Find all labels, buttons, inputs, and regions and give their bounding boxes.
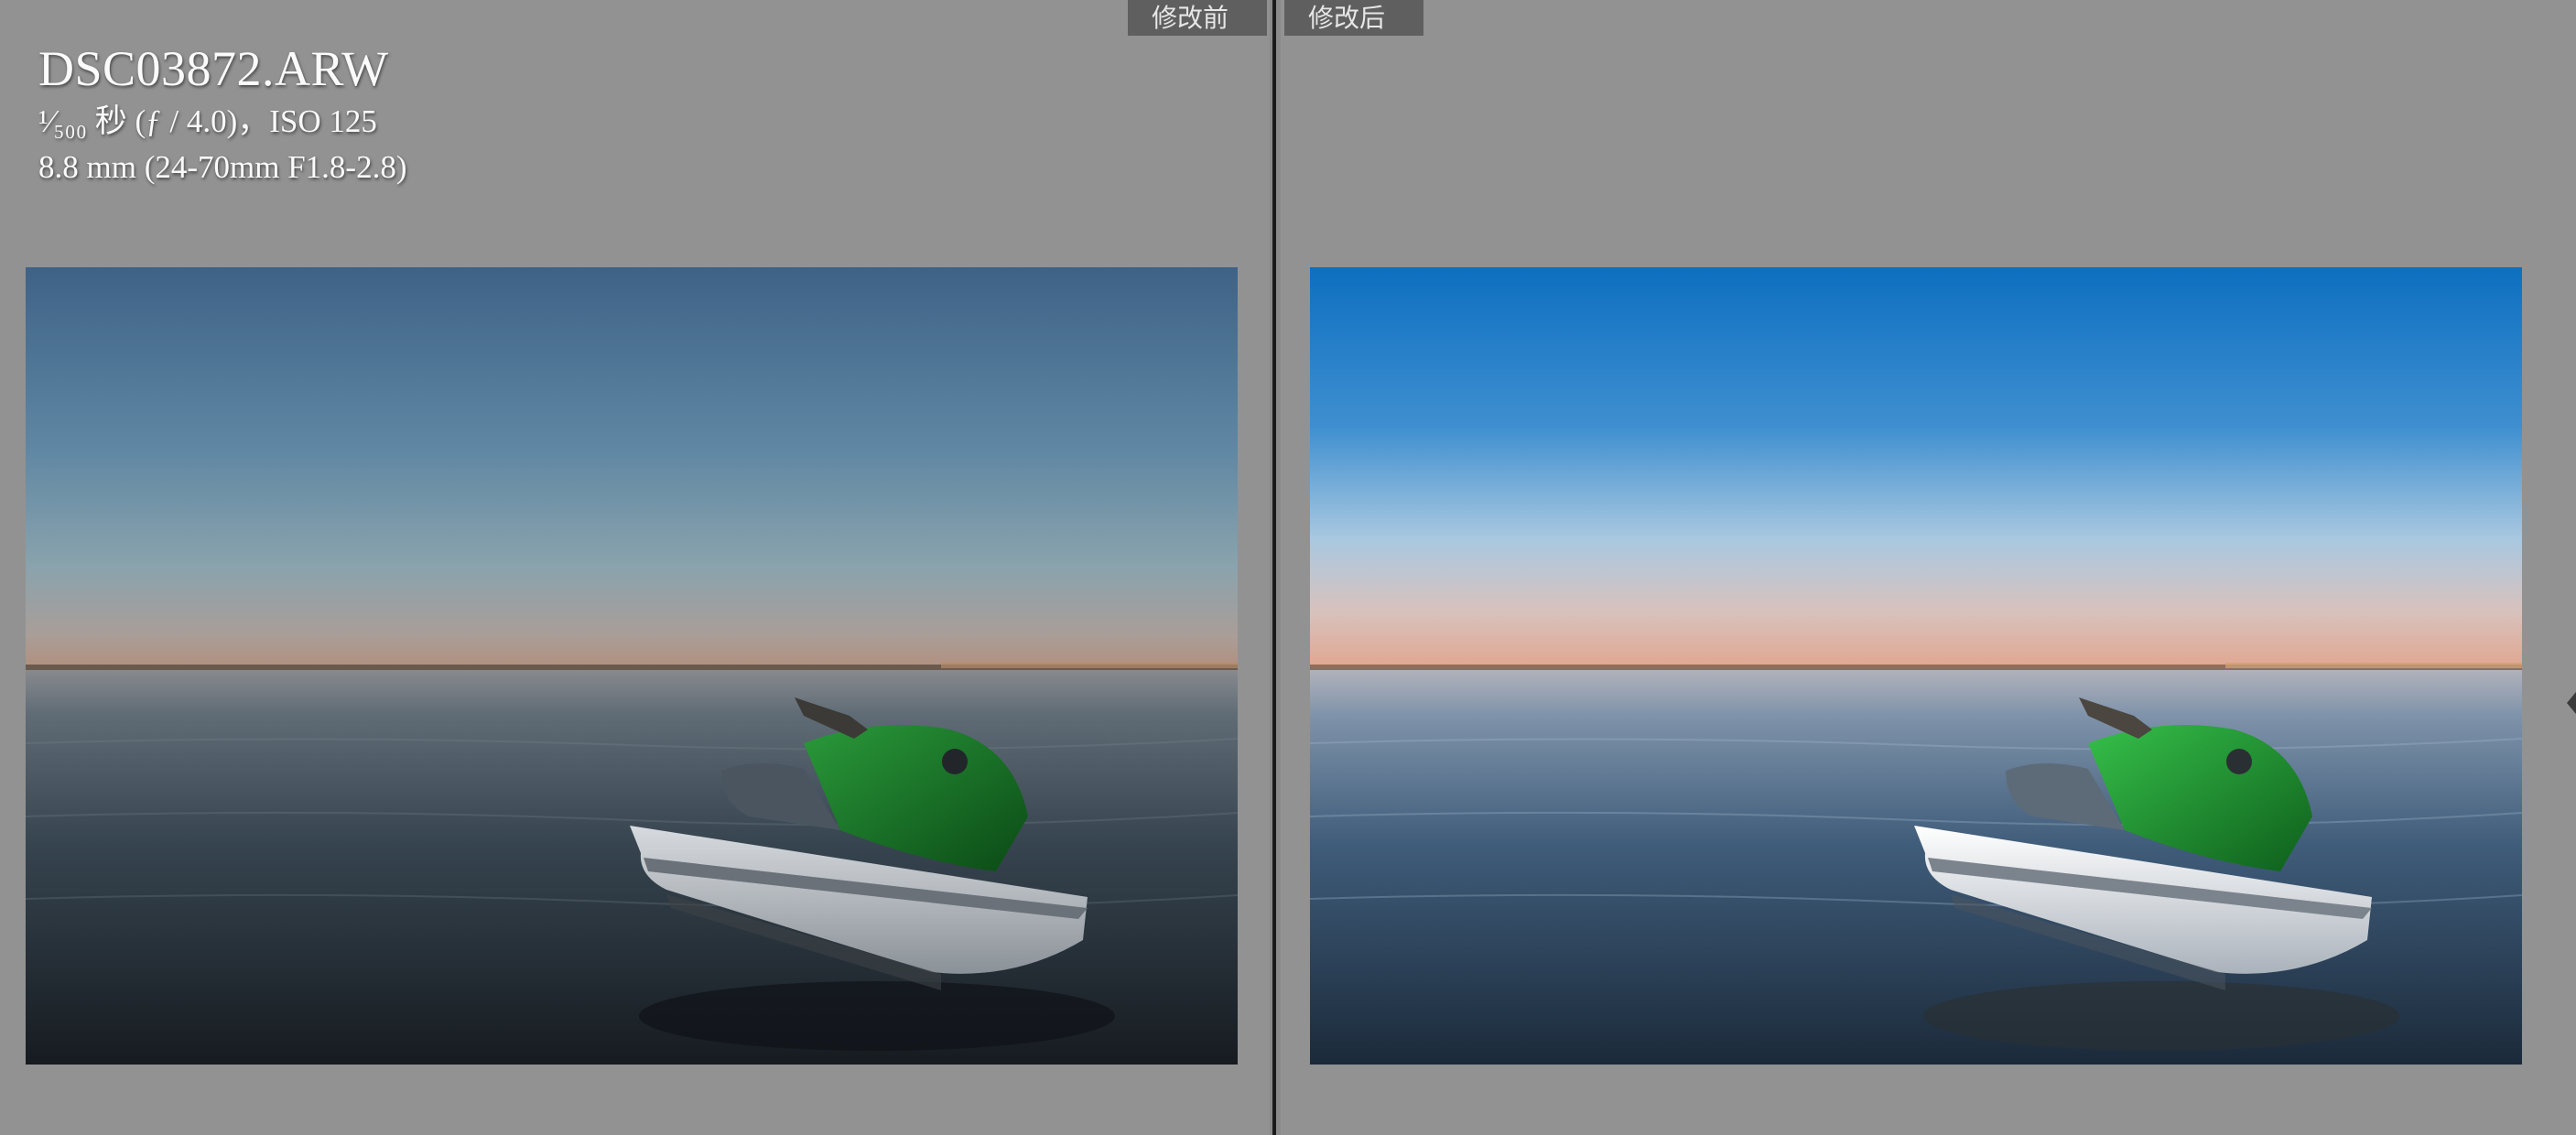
- before-pane: DSC03872.ARW ¹⁄₅₀₀ 秒 (ƒ / 4.0)，ISO 125 8…: [0, 0, 1270, 1135]
- before-label-tab[interactable]: 修改前: [1128, 0, 1267, 36]
- photo-lens: 8.8 mm (24-70mm F1.8-2.8): [38, 149, 407, 185]
- photo-filename: DSC03872.ARW: [38, 41, 389, 96]
- photo-exposure: ¹⁄₅₀₀ 秒 (ƒ / 4.0)，ISO 125: [38, 103, 377, 139]
- pane-divider[interactable]: [1270, 0, 1281, 1135]
- after-photo: [1310, 267, 2522, 1065]
- after-label-tab[interactable]: 修改后: [1284, 0, 1423, 36]
- chevron-left-icon[interactable]: [2567, 692, 2576, 714]
- before-photo: [26, 267, 1238, 1065]
- before-photo-image: [26, 267, 1238, 1065]
- after-photo-image: [1310, 267, 2522, 1065]
- after-pane: 修改后: [1281, 0, 2576, 1135]
- photo-info-overlay: DSC03872.ARW ¹⁄₅₀₀ 秒 (ƒ / 4.0)，ISO 125 8…: [38, 38, 406, 190]
